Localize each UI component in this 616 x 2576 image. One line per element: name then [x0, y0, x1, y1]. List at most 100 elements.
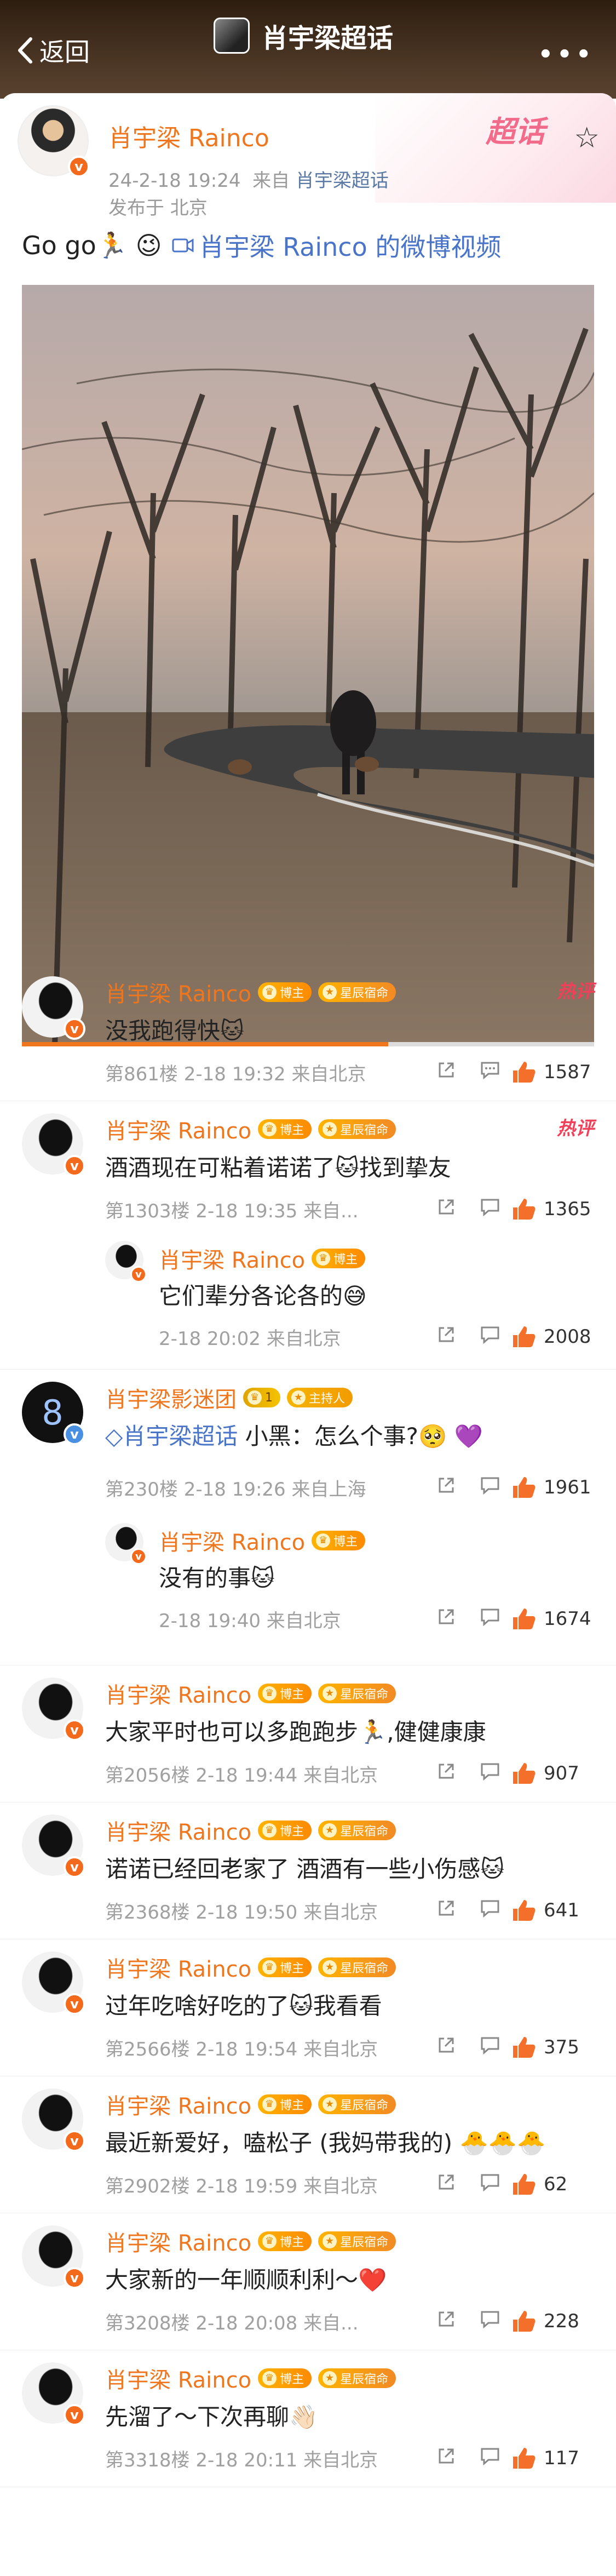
video-link[interactable]: 肖宇梁 Rainco 的微博视频: [172, 227, 502, 264]
like-button[interactable]: 117: [512, 2447, 594, 2470]
share-icon[interactable]: [424, 2172, 468, 2197]
more-options-icon[interactable]: •••: [537, 38, 594, 71]
comment-text: 先溜了～下次再聊👋🏻: [105, 2403, 318, 2430]
thumbs-up-icon: [513, 2448, 536, 2469]
reply-icon[interactable]: [468, 1198, 512, 1221]
reply-icon[interactable]: [468, 2173, 512, 2196]
share-icon[interactable]: [424, 2035, 468, 2060]
reply-author[interactable]: 肖宇梁 Rainco ♛ 博主: [159, 1525, 366, 1556]
back-button[interactable]: 返回: [16, 34, 90, 67]
like-button[interactable]: 641: [512, 1899, 594, 1922]
share-icon[interactable]: [424, 1325, 468, 1349]
comment-author[interactable]: 肖宇梁 Rainco ♛ 博主 ★ 星辰宿命: [105, 2225, 396, 2257]
like-button[interactable]: 62: [512, 2173, 594, 2196]
share-icon[interactable]: [424, 1761, 468, 1786]
comment-text: 诺诺已经回老家了 酒酒有一些小伤感🐱: [105, 1856, 505, 1882]
comment-avatar[interactable]: v: [22, 2362, 85, 2426]
comment-author[interactable]: 肖宇梁 Rainco ♛ 博主 ★ 星辰宿命: [105, 976, 396, 1008]
thumbs-up-icon: [513, 1608, 536, 1629]
reply-icon[interactable]: [468, 1899, 512, 1922]
share-icon[interactable]: [424, 1898, 468, 1923]
reply-author[interactable]: 肖宇梁 Rainco ♛ 博主: [159, 1243, 366, 1274]
like-button[interactable]: 1365: [512, 1198, 594, 1221]
comment-item: v 肖宇梁 Rainco ♛ 博主 ★ 星辰宿命 诺诺已经回老家了 酒酒有一些小伤感🐱 …: [0, 1802, 616, 1939]
thumbs-up-icon: [513, 1477, 536, 1498]
verified-icon: v: [64, 1423, 85, 1445]
star-icon: ★: [323, 985, 337, 999]
reply-icon[interactable]: [468, 1325, 512, 1349]
thumbs-up-icon: [513, 2311, 536, 2332]
reply-icon[interactable]: [468, 1762, 512, 1785]
video-link-label: 肖宇梁 Rainco 的微博视频: [199, 232, 502, 262]
reply-icon[interactable]: [468, 2310, 512, 2333]
comment-item: v 肖宇梁 Rainco ♛ 博主 ★ 星辰宿命 先溜了～下次再聊👋🏻 第3318楼 2…: [0, 2350, 616, 2487]
reply-icon[interactable]: [468, 1061, 512, 1084]
reply-icon[interactable]: [468, 2036, 512, 2059]
comment-avatar[interactable]: v: [22, 976, 85, 1040]
like-button[interactable]: 1961: [512, 1476, 594, 1499]
share-icon[interactable]: [424, 1197, 468, 1222]
fan-badge: ★ 星辰宿命: [318, 1957, 396, 1977]
comment-author[interactable]: 肖宇梁 Rainco ♛ 博主 ★ 星辰宿命: [105, 1951, 396, 1983]
comment-avatar[interactable]: v: [22, 1814, 85, 1878]
comment-text: 酒酒现在可粘着诺诺了🐱找到挚友: [105, 1154, 451, 1181]
blogger-badge: ♛ 博主: [258, 2231, 312, 2251]
comment-author[interactable]: 肖宇梁影迷团 ♛ 1 ★ 主持人: [105, 1382, 353, 1413]
verified-icon: v: [64, 1018, 85, 1040]
like-button[interactable]: 1587: [512, 1061, 594, 1084]
comment-footer: 第3208楼 2-18 20:08 来自... 228: [105, 2308, 594, 2335]
reply-icon[interactable]: [468, 1476, 512, 1499]
favorite-star-icon[interactable]: ☆: [574, 122, 600, 154]
topic-link[interactable]: ◇肖宇梁超话: [105, 1423, 238, 1450]
comment-footer: 第2566楼 2-18 19:54 来自北京 375: [105, 2034, 594, 2061]
thumbs-up-icon: [513, 2174, 536, 2195]
reply-icon[interactable]: [468, 2447, 512, 2470]
comment-author[interactable]: 肖宇梁 Rainco ♛ 博主 ★ 星辰宿命: [105, 1113, 396, 1145]
comment-footer: 第2368楼 2-18 19:50 来自北京 641: [105, 1897, 594, 1924]
like-button[interactable]: 2008: [512, 1325, 594, 1348]
hot-comment-badge: 热评: [557, 981, 594, 1003]
comment-author[interactable]: 肖宇梁 Rainco ♛ 博主 ★ 星辰宿命: [105, 1814, 396, 1846]
share-icon[interactable]: [424, 1060, 468, 1085]
comment-footer: 第2056楼 2-18 19:44 来自北京 907: [105, 1760, 594, 1787]
comment-avatar[interactable]: 8 v: [22, 1382, 85, 1445]
page-title-wrap: 肖宇梁超话: [214, 16, 393, 55]
thumbs-up-icon: [513, 1763, 536, 1784]
verified-icon: v: [130, 1266, 147, 1283]
comment-author[interactable]: 肖宇梁 Rainco ♛ 博主 ★ 星辰宿命: [105, 2088, 396, 2120]
comment-item: 8 v 肖宇梁影迷团 ♛ 1 ★ 主持人 ◇肖宇梁超话 小黑：怎么个事?🥺 💜 第2…: [0, 1370, 616, 1665]
comment-author[interactable]: 肖宇梁 Rainco ♛ 博主 ★ 星辰宿命: [105, 2362, 396, 2394]
share-icon[interactable]: [424, 2446, 468, 2471]
fan-badge: ★ 星辰宿命: [318, 982, 396, 1002]
share-icon[interactable]: [424, 1607, 468, 1632]
author-name[interactable]: 肖宇梁 Rainco: [108, 118, 269, 153]
comment-item: v 肖宇梁 Rainco ♛ 博主 ★ 星辰宿命 过年吃啥好吃的了🐱我看看 第2566楼…: [0, 1939, 616, 2076]
comment-avatar[interactable]: v: [22, 1678, 85, 1741]
comment-author[interactable]: 肖宇梁 Rainco ♛ 博主 ★ 星辰宿命: [105, 1678, 396, 1709]
comment-footer: 第1303楼 2-18 19:35 来自... 1365: [105, 1195, 594, 1223]
blogger-badge: ♛ 博主: [258, 2368, 312, 2388]
comment-avatar[interactable]: v: [22, 1951, 85, 2015]
crown-icon: ♛: [247, 1390, 262, 1405]
comment-avatar[interactable]: v: [22, 2225, 85, 2289]
like-button[interactable]: 228: [512, 2310, 594, 2333]
blogger-badge: ♛ 博主: [258, 1119, 312, 1139]
reply-avatar[interactable]: v: [105, 1523, 147, 1565]
crown-icon: ♛: [316, 1251, 331, 1266]
reply-icon[interactable]: [468, 1607, 512, 1631]
share-icon[interactable]: [424, 1475, 468, 1500]
comment-text: ◇肖宇梁超话 小黑：怎么个事?🥺 💜: [105, 1423, 483, 1450]
like-button[interactable]: 375: [512, 2036, 594, 2059]
verified-icon: v: [64, 2404, 85, 2426]
page-title: 肖宇梁超话: [262, 23, 394, 54]
video-player[interactable]: [22, 285, 594, 1046]
reply-avatar[interactable]: v: [105, 1241, 147, 1283]
like-button[interactable]: 1674: [512, 1607, 594, 1630]
post-source-link[interactable]: 肖宇梁超话: [296, 170, 389, 192]
blogger-badge: ♛ 博主: [312, 1531, 366, 1550]
comment-avatar[interactable]: v: [22, 2088, 85, 2152]
back-label: 返回: [39, 37, 90, 67]
comment-avatar[interactable]: v: [22, 1113, 85, 1177]
share-icon[interactable]: [424, 2309, 468, 2334]
like-button[interactable]: 907: [512, 1762, 594, 1785]
